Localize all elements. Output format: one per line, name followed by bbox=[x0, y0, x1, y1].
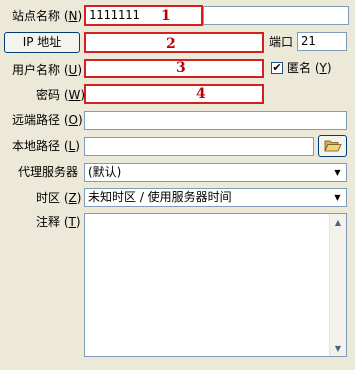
proxy-select[interactable]: (默认) ▼ bbox=[84, 163, 347, 182]
browse-folder-button[interactable] bbox=[318, 135, 347, 157]
anonymous-label: 匿名 (Y) bbox=[287, 61, 332, 75]
username-label: 用户名称 (U) bbox=[12, 63, 82, 77]
username-input[interactable] bbox=[84, 59, 264, 78]
port-input[interactable]: 21 bbox=[297, 32, 347, 51]
remote-path-label: 远端路径 (O) bbox=[12, 113, 83, 127]
chevron-down-icon[interactable]: ▼ bbox=[330, 190, 345, 205]
marker-1: 1 bbox=[161, 8, 171, 24]
scroll-up-icon[interactable]: ▲ bbox=[330, 214, 346, 230]
folder-open-icon bbox=[323, 140, 342, 152]
proxy-label: 代理服务器 bbox=[18, 165, 79, 179]
port-label: 端口 bbox=[269, 35, 294, 49]
site-name-label: 站点名称 (N) bbox=[12, 9, 83, 23]
scroll-down-icon[interactable]: ▼ bbox=[330, 340, 346, 356]
password-label: 密码 (W) bbox=[36, 88, 86, 102]
notes-label: 注释 (T) bbox=[36, 215, 81, 229]
timezone-label: 时区 (Z) bbox=[36, 191, 82, 205]
timezone-selected-value: 未知时区 / 使用服务器时间 bbox=[88, 190, 232, 204]
anonymous-checkbox[interactable]: ✔ bbox=[271, 62, 283, 74]
password-input[interactable] bbox=[84, 84, 264, 104]
remote-path-input[interactable] bbox=[84, 111, 347, 130]
site-name-input-extension[interactable] bbox=[203, 6, 349, 25]
proxy-selected-value: (默认) bbox=[88, 165, 122, 179]
local-path-label: 本地路径 (L) bbox=[12, 139, 80, 153]
checkmark-icon: ✔ bbox=[272, 61, 282, 74]
site-name-input[interactable]: 1111111 bbox=[84, 5, 203, 26]
marker-2: 2 bbox=[166, 36, 176, 52]
timezone-select[interactable]: 未知时区 / 使用服务器时间 ▼ bbox=[84, 188, 347, 207]
marker-3: 3 bbox=[176, 60, 186, 76]
local-path-input[interactable] bbox=[84, 137, 314, 156]
notes-textarea[interactable]: ▲ ▼ bbox=[84, 213, 347, 357]
marker-4: 4 bbox=[196, 86, 206, 102]
chevron-down-icon[interactable]: ▼ bbox=[330, 165, 345, 180]
notes-scrollbar[interactable]: ▲ ▼ bbox=[329, 214, 346, 356]
ip-address-button[interactable]: IP 地址 bbox=[4, 32, 80, 53]
